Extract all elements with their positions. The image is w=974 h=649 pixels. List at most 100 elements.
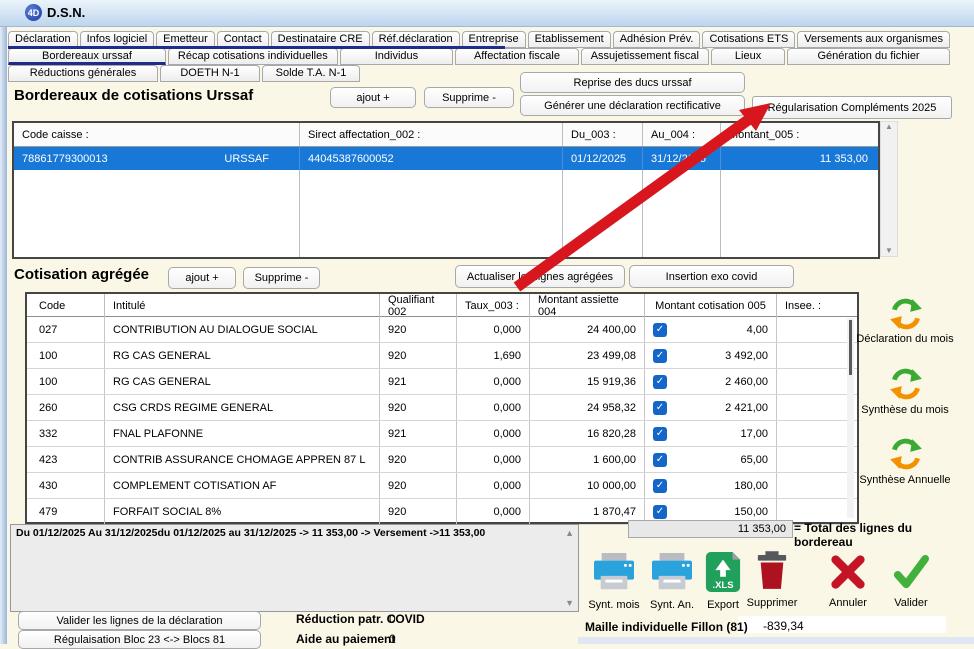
cotisation-row[interactable]: 260CSG CRDS REGIME GENERAL9200,00024 958… [27, 395, 857, 421]
tab-etablissement[interactable]: Etablissement [528, 31, 611, 48]
cotisation-row[interactable]: 100RG CAS GENERAL9210,00015 919,362 460,… [27, 369, 857, 395]
cell-cotisation-value: 3 492,00 [725, 350, 768, 362]
cell-intitule: CONTRIBUTION AU DIALOGUE SOCIAL [105, 317, 380, 342]
scrollbar-thumb[interactable] [849, 320, 852, 375]
bordereaux-table-scrollbar[interactable]: ▲ ▼ [880, 121, 898, 257]
tab-bordereaux-urssaf[interactable]: Bordereaux urssaf [8, 48, 166, 65]
cotisation-delete-button[interactable]: Supprime - [243, 267, 320, 289]
declaration-du-mois-label: Déclaration du mois [838, 333, 972, 345]
cell-intitule: FNAL PLAFONNE [105, 421, 380, 446]
synthese-annuelle-label: Synthèse Annuelle [838, 474, 972, 486]
tab-individus[interactable]: Individus [340, 48, 454, 65]
reduction-covid-value: 0 [389, 612, 396, 626]
tab-assujetissement-fiscal[interactable]: Assujetissement fiscal [581, 48, 709, 65]
regulaisation-bloc-button[interactable]: Régulaisation Bloc 23 <-> Blocs 81 [18, 630, 261, 649]
col-sirect: Sirect affectation_002 : [300, 123, 563, 146]
cell-assiette: 24 958,32 [530, 395, 645, 420]
cotisation-add-button[interactable]: ajout + [168, 267, 236, 289]
bordereaux-section-title: Bordereaux de cotisations Urssaf [14, 87, 253, 104]
declaration-rectificative-button[interactable]: Générer une déclaration rectificative [520, 95, 745, 116]
cell-taux: 1,690 [457, 343, 530, 368]
bordereaux-row-selected[interactable]: 78861779300013 URSSAF 44045387600052 01/… [14, 147, 878, 170]
row-checkbox[interactable] [653, 349, 667, 363]
cell-taux: 0,000 [457, 473, 530, 498]
scroll-up-icon[interactable]: ▲ [885, 122, 893, 132]
cell-montant: 11 353,00 [721, 147, 878, 170]
active-tab-indicator [8, 46, 505, 49]
reprise-ducs-button[interactable]: Reprise des ducs urssaf [520, 72, 745, 93]
col-qualifiant: Qualifiant 002 [380, 294, 457, 318]
row-checkbox[interactable] [653, 479, 667, 493]
row-checkbox[interactable] [653, 505, 667, 519]
cell-insee [777, 343, 857, 368]
col-insee: Insee. : [777, 294, 857, 318]
fillon-label: Maille individuelle Fillon (81) [585, 620, 748, 634]
tab-r-ductions-g-n-rales[interactable]: Réductions générales [8, 65, 158, 82]
scroll-up-icon[interactable]: ▲ [565, 528, 574, 538]
cell-taux: 0,000 [457, 421, 530, 446]
cell-code-caisse: 78861779300013 URSSAF [14, 147, 300, 170]
cotisation-section-title: Cotisation agrégée [14, 266, 149, 283]
bordereaux-add-button[interactable]: ajout + [330, 87, 416, 108]
row-checkbox[interactable] [653, 323, 667, 337]
cell-intitule: RG CAS GENERAL [105, 369, 380, 394]
cell-cotisation: 2 460,00 [645, 369, 777, 394]
valider-button[interactable]: Valider [886, 553, 936, 609]
cell-intitule: COMPLEMENT COTISATION AF [105, 473, 380, 498]
synt-mois-button[interactable]: Synt. mois [586, 553, 642, 611]
cotisation-row[interactable]: 423CONTRIB ASSURANCE CHOMAGE APPREN 87 L… [27, 447, 857, 473]
cell-qualifiant: 920 [380, 343, 457, 368]
total-bordereau-field[interactable]: 11 353,00 [628, 520, 793, 538]
cell-cotisation-value: 2 421,00 [725, 402, 768, 414]
cell-cotisation: 3 492,00 [645, 343, 777, 368]
export-xls-button[interactable]: .XLS Export [701, 551, 745, 611]
cell-qualifiant: 920 [380, 473, 457, 498]
col-taux: Taux_003 : [457, 294, 530, 318]
annuler-label: Annuler [829, 597, 867, 609]
tab-g-n-ration-du-fichier[interactable]: Génération du fichier [787, 48, 950, 65]
row-checkbox[interactable] [653, 401, 667, 415]
bordereaux-table-empty-area [14, 170, 878, 257]
cell-cotisation-value: 17,00 [740, 428, 768, 440]
tab-adh-sion-pr-v[interactable]: Adhésion Prév. [613, 31, 701, 48]
insertion-exo-covid-button[interactable]: Insertion exo covid [629, 265, 794, 288]
supprimer-button[interactable]: Supprimer [747, 551, 797, 609]
tab-row-3: Réductions généralesDOETH N-1Solde T.A. … [8, 65, 360, 82]
tab-solde-t-a-n-1[interactable]: Solde T.A. N-1 [262, 65, 360, 82]
tab-lieux[interactable]: Lieux [711, 48, 785, 65]
cotisation-row[interactable]: 430COMPLEMENT COTISATION AF9200,00010 00… [27, 473, 857, 499]
tab-cotisations-ets[interactable]: Cotisations ETS [702, 31, 795, 48]
tab-doeth-n-1[interactable]: DOETH N-1 [160, 65, 260, 82]
actualiser-lignes-button[interactable]: Actualiser les lignes agrégées [455, 265, 625, 288]
cotisation-row[interactable]: 100RG CAS GENERAL9201,69023 499,083 492,… [27, 343, 857, 369]
declaration-du-mois-button[interactable] [886, 296, 926, 332]
tab-versements-aux-organismes[interactable]: Versements aux organismes [797, 31, 950, 48]
tab-affectation-fiscale[interactable]: Affectation fiscale [455, 48, 578, 65]
printer-icon [649, 553, 695, 598]
summary-textarea[interactable]: Du 01/12/2025 Au 31/12/2025du 01/12/2025… [10, 524, 579, 612]
synthese-du-mois-button[interactable] [886, 366, 926, 402]
cotisation-row[interactable]: 027CONTRIBUTION AU DIALOGUE SOCIAL9200,0… [27, 317, 857, 343]
cell-cotisation-value: 65,00 [740, 454, 768, 466]
annuler-button[interactable]: Annuler [822, 553, 874, 609]
trash-icon [756, 551, 788, 596]
valider-lignes-button[interactable]: Valider les lignes de la déclaration [18, 611, 261, 630]
regularisation-complements-button[interactable]: Régularisation Compléments 2025 [752, 96, 952, 119]
row-checkbox[interactable] [653, 427, 667, 441]
synthese-annuelle-button[interactable] [886, 436, 926, 472]
scroll-down-icon[interactable]: ▼ [885, 246, 893, 256]
cell-cotisation: 2 421,00 [645, 395, 777, 420]
cotisation-row[interactable]: 332FNAL PLAFONNE9210,00016 820,2817,00 [27, 421, 857, 447]
synt-an-button[interactable]: Synt. An. [644, 553, 700, 611]
row-checkbox[interactable] [653, 375, 667, 389]
tab-r-cap-cotisations-individuelles[interactable]: Récap cotisations individuelles [168, 48, 338, 65]
cell-code: 423 [27, 447, 105, 472]
cotisation-table-scrollbar[interactable] [847, 318, 854, 518]
window-bottom-edge [578, 637, 974, 644]
scroll-down-icon[interactable]: ▼ [565, 598, 574, 608]
row-checkbox[interactable] [653, 453, 667, 467]
app-logo-4d-icon: 4D [25, 4, 42, 21]
svg-text:.XLS: .XLS [712, 580, 733, 591]
cell-cotisation: 180,00 [645, 473, 777, 498]
bordereaux-delete-button[interactable]: Supprime - [424, 87, 514, 108]
